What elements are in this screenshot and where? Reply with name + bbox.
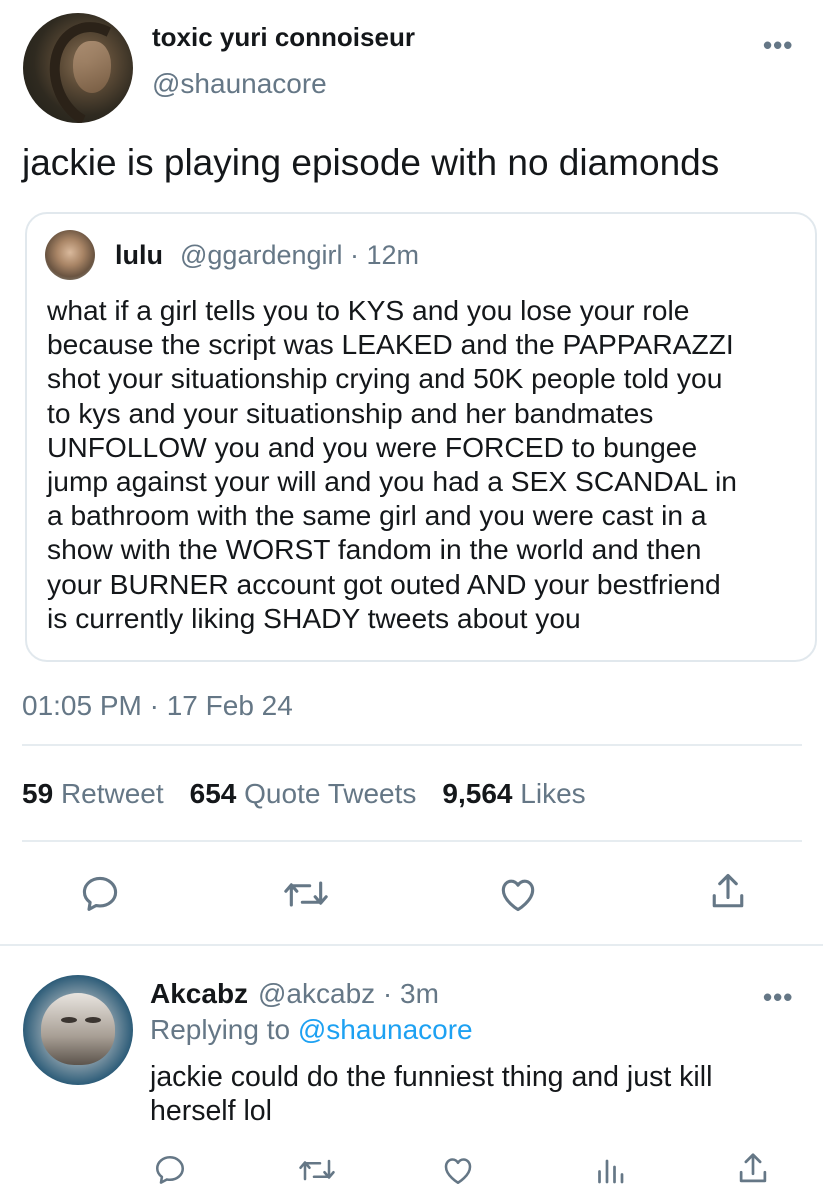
tweet-timestamp: 01:05 PM · 17 Feb 24	[22, 690, 293, 721]
quoted-text-line: because the script was LEAKED and the PA…	[47, 328, 734, 361]
like-icon[interactable]	[440, 1152, 476, 1188]
reply-icon[interactable]	[152, 1152, 188, 1188]
avatar-creature	[41, 993, 115, 1065]
reply-text-line: herself lol	[150, 1095, 272, 1127]
quotes-count: 654	[189, 778, 237, 809]
quoted-text-line: a bathroom with the same girl and you we…	[47, 499, 707, 532]
reply-icon[interactable]	[78, 872, 122, 916]
quoted-text-line: show with the WORST fandom in the world …	[47, 533, 702, 566]
share-icon[interactable]	[734, 1150, 772, 1188]
tweet-stats: 59 Retweet 654 Quote Tweets 9,564 Likes	[22, 778, 586, 810]
quotes-stat[interactable]: 654 Quote Tweets	[190, 778, 417, 809]
quoted-author-name: lulu	[115, 240, 163, 270]
reply-author-name[interactable]: Akcabz	[150, 978, 248, 1010]
replying-prefix: Replying to	[150, 1014, 291, 1045]
quoted-author-handle-time: @ggardengirl · 12m	[180, 240, 420, 270]
divider	[0, 944, 823, 946]
quoted-text-line: is currently liking SHADY tweets about y…	[47, 601, 581, 634]
avatar-face	[73, 41, 111, 93]
avatar-eye	[85, 1017, 101, 1023]
share-icon[interactable]	[706, 870, 750, 914]
quoted-text-line: UNFOLLOW you and you were FORCED to bung…	[47, 430, 698, 463]
tweet-text: jackie is playing episode with no diamon…	[22, 142, 720, 183]
analytics-icon[interactable]	[592, 1152, 628, 1188]
author-display-name[interactable]: toxic yuri connoiseur	[152, 22, 415, 53]
quoted-text-line: jump against your will and you had a SEX…	[47, 465, 737, 498]
more-options-icon[interactable]: •••	[763, 982, 793, 1013]
more-options-icon[interactable]: •••	[763, 30, 793, 61]
reply-author-handle-time[interactable]: @akcabz · 3m	[258, 978, 439, 1010]
retweets-count: 59	[22, 778, 54, 809]
like-icon[interactable]	[496, 872, 540, 916]
retweets-label: Retweet	[60, 778, 164, 809]
retweets-stat[interactable]: 59 Retweet	[22, 778, 164, 809]
author-avatar[interactable]	[23, 13, 133, 123]
divider	[22, 840, 802, 842]
quoted-text-line: what if a girl tells you to KYS and you …	[47, 294, 690, 326]
quoted-text-line: shot your situationship crying and 50K p…	[47, 362, 723, 395]
retweet-icon[interactable]	[296, 1152, 338, 1188]
retweet-icon[interactable]	[280, 872, 332, 916]
avatar-eye	[61, 1017, 77, 1023]
replying-mention-link[interactable]: @shaunacore	[298, 1014, 473, 1045]
quoted-author-avatar	[45, 230, 95, 280]
reply-text: jackie could do the funniest thing and j…	[150, 1060, 790, 1128]
likes-label: Likes	[520, 778, 586, 809]
quotes-label: Quote Tweets	[244, 778, 417, 809]
quoted-text-line: your BURNER account got outed AND your b…	[47, 567, 721, 600]
quoted-text-line: to kys and your situationship and her ba…	[47, 396, 654, 429]
author-handle[interactable]: @shaunacore	[152, 68, 327, 100]
reply-text-line: jackie could do the funniest thing and j…	[150, 1061, 713, 1093]
likes-count: 9,564	[442, 778, 513, 809]
reply-author-avatar[interactable]	[23, 975, 133, 1085]
replying-to: Replying to @shaunacore	[150, 1014, 473, 1046]
divider	[22, 744, 802, 746]
quoted-tweet-text: what if a girl tells you to KYS and you …	[47, 293, 807, 635]
likes-stat[interactable]: 9,564 Likes	[442, 778, 585, 809]
